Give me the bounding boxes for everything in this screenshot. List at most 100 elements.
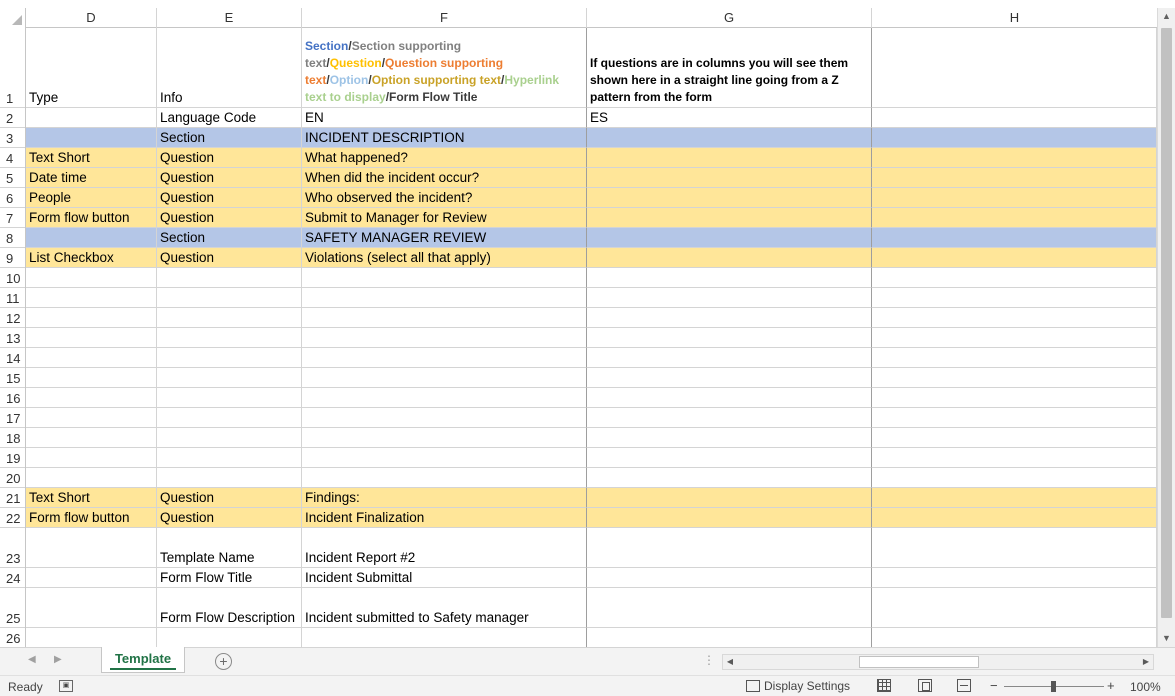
row-header-1[interactable]: 1 — [0, 28, 25, 108]
next-sheet-icon[interactable]: ▶ — [54, 654, 62, 665]
cell-e24[interactable]: Form Flow Title — [157, 568, 302, 588]
cell-e8[interactable]: Section — [157, 228, 302, 248]
cell-h1[interactable] — [872, 28, 1157, 108]
cell-d21[interactable]: Text Short — [26, 488, 157, 508]
cell-e9[interactable]: Question — [157, 248, 302, 268]
cell-h14[interactable] — [872, 348, 1157, 368]
cell-f24[interactable]: Incident Submittal — [302, 568, 587, 588]
cell-g12[interactable] — [587, 308, 872, 328]
zoom-slider-knob[interactable] — [1051, 681, 1056, 692]
cell-h26[interactable] — [872, 628, 1157, 647]
cell-d6[interactable]: People — [26, 188, 157, 208]
cell-g23[interactable] — [587, 528, 872, 568]
cell-g21[interactable] — [587, 488, 872, 508]
select-all-button[interactable] — [0, 8, 26, 28]
row-header-4[interactable]: 4 — [0, 148, 25, 168]
column-header-e[interactable]: E — [157, 8, 302, 28]
cell-g11[interactable] — [587, 288, 872, 308]
cell-e16[interactable] — [157, 388, 302, 408]
cell-d9[interactable]: List Checkbox — [26, 248, 157, 268]
cell-f6[interactable]: Who observed the incident? — [302, 188, 587, 208]
cell-h4[interactable] — [872, 148, 1157, 168]
zoom-in-button[interactable]: + — [1107, 678, 1115, 693]
cell-h8[interactable] — [872, 228, 1157, 248]
cell-e10[interactable] — [157, 268, 302, 288]
cell-g14[interactable] — [587, 348, 872, 368]
cell-d4[interactable]: Text Short — [26, 148, 157, 168]
zoom-out-button[interactable]: − — [990, 678, 998, 693]
cell-g6[interactable] — [587, 188, 872, 208]
cell-h23[interactable] — [872, 528, 1157, 568]
cell-e25[interactable]: Form Flow Description — [157, 588, 302, 628]
row-header-5[interactable]: 5 — [0, 168, 25, 188]
cell-f10[interactable] — [302, 268, 587, 288]
cell-g18[interactable] — [587, 428, 872, 448]
column-header-g[interactable]: G — [587, 8, 872, 28]
cell-f12[interactable] — [302, 308, 587, 328]
cell-g19[interactable] — [587, 448, 872, 468]
cell-d26[interactable] — [26, 628, 157, 647]
row-header-11[interactable]: 11 — [0, 288, 25, 308]
cell-h9[interactable] — [872, 248, 1157, 268]
cell-g2[interactable]: ES — [587, 108, 872, 128]
cell-f21[interactable]: Findings: — [302, 488, 587, 508]
row-header-13[interactable]: 13 — [0, 328, 25, 348]
row-header-23[interactable]: 23 — [0, 528, 25, 568]
cell-h18[interactable] — [872, 428, 1157, 448]
cell-d7[interactable]: Form flow button — [26, 208, 157, 228]
zoom-level[interactable]: 100% — [1130, 680, 1161, 694]
row-header-17[interactable]: 17 — [0, 408, 25, 428]
cell-d13[interactable] — [26, 328, 157, 348]
cell-h2[interactable] — [872, 108, 1157, 128]
row-header-26[interactable]: 26 — [0, 628, 25, 647]
page-break-preview-icon[interactable] — [957, 679, 971, 692]
cell-g15[interactable] — [587, 368, 872, 388]
scroll-left-icon[interactable]: ◀ — [723, 655, 737, 669]
cell-d5[interactable]: Date time — [26, 168, 157, 188]
cell-e6[interactable]: Question — [157, 188, 302, 208]
row-header-22[interactable]: 22 — [0, 508, 25, 528]
row-header-18[interactable]: 18 — [0, 428, 25, 448]
row-header-14[interactable]: 14 — [0, 348, 25, 368]
cell-f13[interactable] — [302, 328, 587, 348]
row-header-25[interactable]: 25 — [0, 588, 25, 628]
row-header-12[interactable]: 12 — [0, 308, 25, 328]
cell-f15[interactable] — [302, 368, 587, 388]
cell-d8[interactable] — [26, 228, 157, 248]
row-header-2[interactable]: 2 — [0, 108, 25, 128]
row-header-21[interactable]: 21 — [0, 488, 25, 508]
horizontal-scroll-thumb[interactable] — [859, 656, 979, 668]
cell-g24[interactable] — [587, 568, 872, 588]
cell-h11[interactable] — [872, 288, 1157, 308]
cell-e12[interactable] — [157, 308, 302, 328]
cell-e17[interactable] — [157, 408, 302, 428]
row-header-16[interactable]: 16 — [0, 388, 25, 408]
cell-e13[interactable] — [157, 328, 302, 348]
prev-sheet-icon[interactable]: ◀ — [28, 654, 36, 665]
cell-h16[interactable] — [872, 388, 1157, 408]
row-header-7[interactable]: 7 — [0, 208, 25, 228]
row-header-24[interactable]: 24 — [0, 568, 25, 588]
cell-f7[interactable]: Submit to Manager for Review — [302, 208, 587, 228]
row-header-6[interactable]: 6 — [0, 188, 25, 208]
cell-f4[interactable]: What happened? — [302, 148, 587, 168]
cell-f25[interactable]: Incident submitted to Safety manager — [302, 588, 587, 628]
cell-h3[interactable] — [872, 128, 1157, 148]
cell-e7[interactable]: Question — [157, 208, 302, 228]
cell-g10[interactable] — [587, 268, 872, 288]
cell-f9[interactable]: Violations (select all that apply) — [302, 248, 587, 268]
cell-g1[interactable]: If questions are in columns you will see… — [587, 28, 872, 108]
cell-d17[interactable] — [26, 408, 157, 428]
cell-f14[interactable] — [302, 348, 587, 368]
cell-e5[interactable]: Question — [157, 168, 302, 188]
display-settings-button[interactable]: Display Settings — [746, 679, 850, 693]
cell-h5[interactable] — [872, 168, 1157, 188]
cell-g22[interactable] — [587, 508, 872, 528]
cell-g9[interactable] — [587, 248, 872, 268]
row-header-15[interactable]: 15 — [0, 368, 25, 388]
cell-f3[interactable]: INCIDENT DESCRIPTION — [302, 128, 587, 148]
cell-f23[interactable]: Incident Report #2 — [302, 528, 587, 568]
cell-h21[interactable] — [872, 488, 1157, 508]
column-header-f[interactable]: F — [302, 8, 587, 28]
cell-g3[interactable] — [587, 128, 872, 148]
